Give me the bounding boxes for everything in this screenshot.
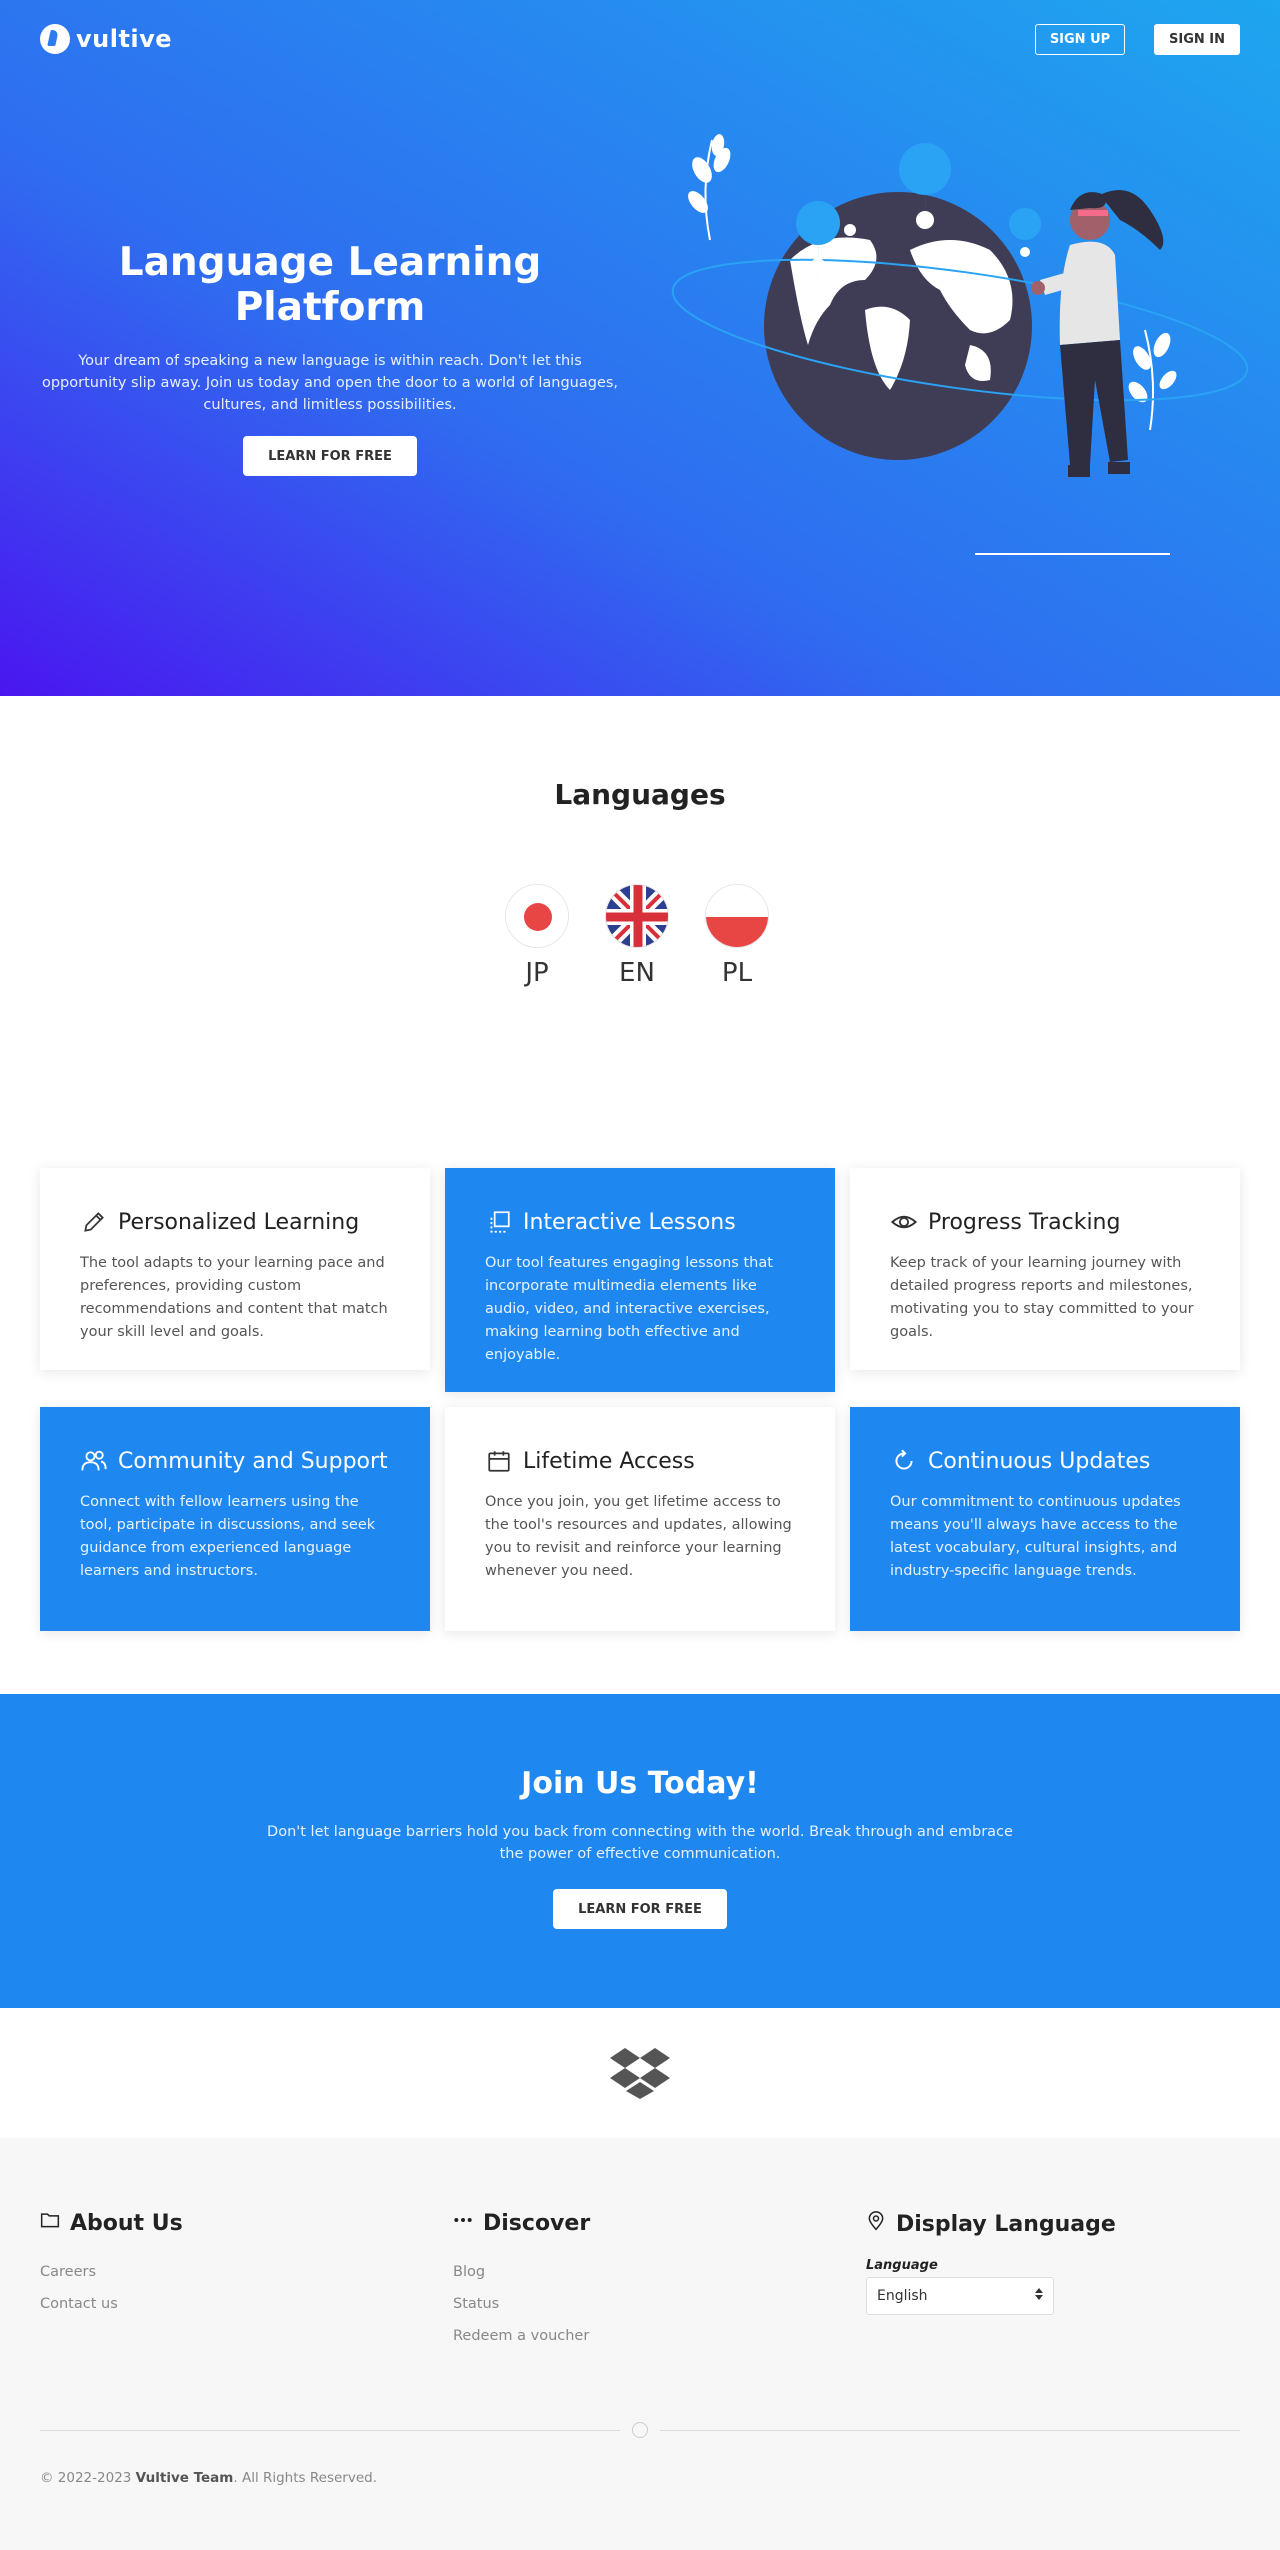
partner-section	[0, 2008, 1280, 2138]
footer-about: About Us Careers Contact us	[40, 2210, 183, 2320]
logo-text: vultive	[76, 25, 173, 53]
footer-link-careers[interactable]: Careers	[40, 2256, 183, 2288]
feature-description: Keep track of your learning journey with…	[890, 1255, 1194, 1340]
footer-about-title: About Us	[70, 2210, 183, 2236]
feature-description: Once you join, you get lifetime access t…	[485, 1494, 792, 1579]
language-item-jp[interactable]: JP	[505, 884, 569, 988]
language-item-en[interactable]: EN	[605, 884, 669, 988]
logo-icon	[40, 24, 70, 54]
footer-link-contact[interactable]: Contact us	[40, 2288, 183, 2320]
feature-card-interactive-lessons: Interactive Lessons Our tool features en…	[445, 1168, 835, 1392]
footer-discover-title: Discover	[483, 2210, 591, 2236]
join-section: Join Us Today! Don't let language barrie…	[0, 1694, 1280, 2008]
feature-card-personalized-learning: Personalized Learning The tool adapts to…	[40, 1168, 430, 1370]
feature-description: Our tool features engaging lessons that …	[485, 1255, 773, 1363]
feature-title: Progress Tracking	[928, 1209, 1121, 1235]
hero-section: vultive SIGN UP SIGN IN Language Learnin…	[0, 0, 1280, 696]
globe-woman-illustration	[671, 134, 1249, 555]
features-grid: Personalized Learning The tool adapts to…	[40, 1168, 1240, 1631]
language-select[interactable]: English	[866, 2277, 1054, 2315]
footer-link-blog[interactable]: Blog	[453, 2256, 590, 2288]
footer-divider	[40, 2422, 1240, 2438]
sign-up-button[interactable]: SIGN UP	[1035, 24, 1125, 55]
hero-title: Language Learning Platform	[118, 240, 542, 330]
calendar-icon	[485, 1447, 513, 1475]
languages-section: Languages JP EN PL	[0, 696, 1280, 1136]
feature-title: Interactive Lessons	[523, 1209, 736, 1235]
feature-title: Lifetime Access	[523, 1448, 695, 1474]
footer-discover: Discover Blog Status Redeem a voucher	[453, 2210, 590, 2352]
copyright-suffix: . All Rights Reserved.	[233, 2470, 377, 2486]
hero-learn-button[interactable]: LEARN FOR FREE	[243, 436, 417, 476]
languages-list: JP EN PL	[505, 884, 769, 988]
feature-card-progress-tracking: Progress Tracking Keep track of your lea…	[850, 1168, 1240, 1370]
join-learn-button[interactable]: LEARN FOR FREE	[553, 1889, 727, 1929]
join-title: Join Us Today!	[521, 1766, 759, 1801]
dropbox-icon	[610, 2048, 670, 2099]
language-code: EN	[619, 958, 655, 988]
footer-link-status[interactable]: Status	[453, 2288, 590, 2320]
uk-flag-icon	[605, 884, 669, 948]
language-code: PL	[721, 958, 753, 988]
location-pin-icon	[866, 2210, 886, 2238]
feature-title: Personalized Learning	[118, 1209, 360, 1235]
eye-icon	[890, 1208, 918, 1236]
footer-link-redeem[interactable]: Redeem a voucher	[453, 2320, 590, 2352]
logo[interactable]: vultive	[40, 24, 172, 54]
pencil-icon	[80, 1208, 108, 1236]
copyright-prefix: © 2022-2023	[40, 2470, 136, 2486]
hero-text: Language Learning Platform Your dream of…	[40, 240, 620, 476]
footer-display-language: Display Language Language English	[866, 2210, 1116, 2315]
language-select-value: English	[877, 2288, 928, 2304]
language-select-label: Language	[866, 2258, 938, 2273]
feature-description: The tool adapts to your learning pace an…	[80, 1255, 388, 1340]
dots-icon	[453, 2210, 473, 2236]
copyright-team: Vultive Team	[135, 2470, 234, 2486]
folder-icon	[40, 2210, 60, 2236]
divider-circle-icon	[632, 2422, 648, 2438]
users-icon	[80, 1447, 108, 1475]
feature-card-continuous-updates: Continuous Updates Our commitment to con…	[850, 1407, 1240, 1631]
footer: About Us Careers Contact us Discover Blo…	[0, 2138, 1280, 2550]
feature-description: Our commitment to continuous updates mea…	[890, 1494, 1181, 1579]
join-description: Don't let language barriers hold you bac…	[267, 1824, 1013, 1862]
sign-in-button[interactable]: SIGN IN	[1154, 24, 1240, 55]
feature-title: Community and Support	[118, 1448, 388, 1474]
language-item-pl[interactable]: PL	[705, 884, 769, 988]
feature-card-lifetime-access: Lifetime Access Once you join, you get l…	[445, 1407, 835, 1631]
feature-title: Continuous Updates	[928, 1448, 1151, 1474]
copy-icon	[485, 1208, 513, 1236]
select-arrows-icon	[1035, 2288, 1043, 2304]
feature-description: Connect with fellow learners using the t…	[80, 1494, 376, 1579]
feature-card-community-support: Community and Support Connect with fello…	[40, 1407, 430, 1631]
japan-flag-icon	[505, 884, 569, 948]
footer-language-title: Display Language	[896, 2211, 1116, 2237]
poland-flag-icon	[705, 884, 769, 948]
copyright: © 2022-2023 Vultive Team. All Rights Res…	[40, 2470, 377, 2486]
language-code: JP	[525, 958, 549, 988]
refresh-icon	[890, 1447, 918, 1475]
languages-title: Languages	[554, 778, 726, 811]
hero-description: Your dream of speaking a new language is…	[41, 353, 619, 413]
